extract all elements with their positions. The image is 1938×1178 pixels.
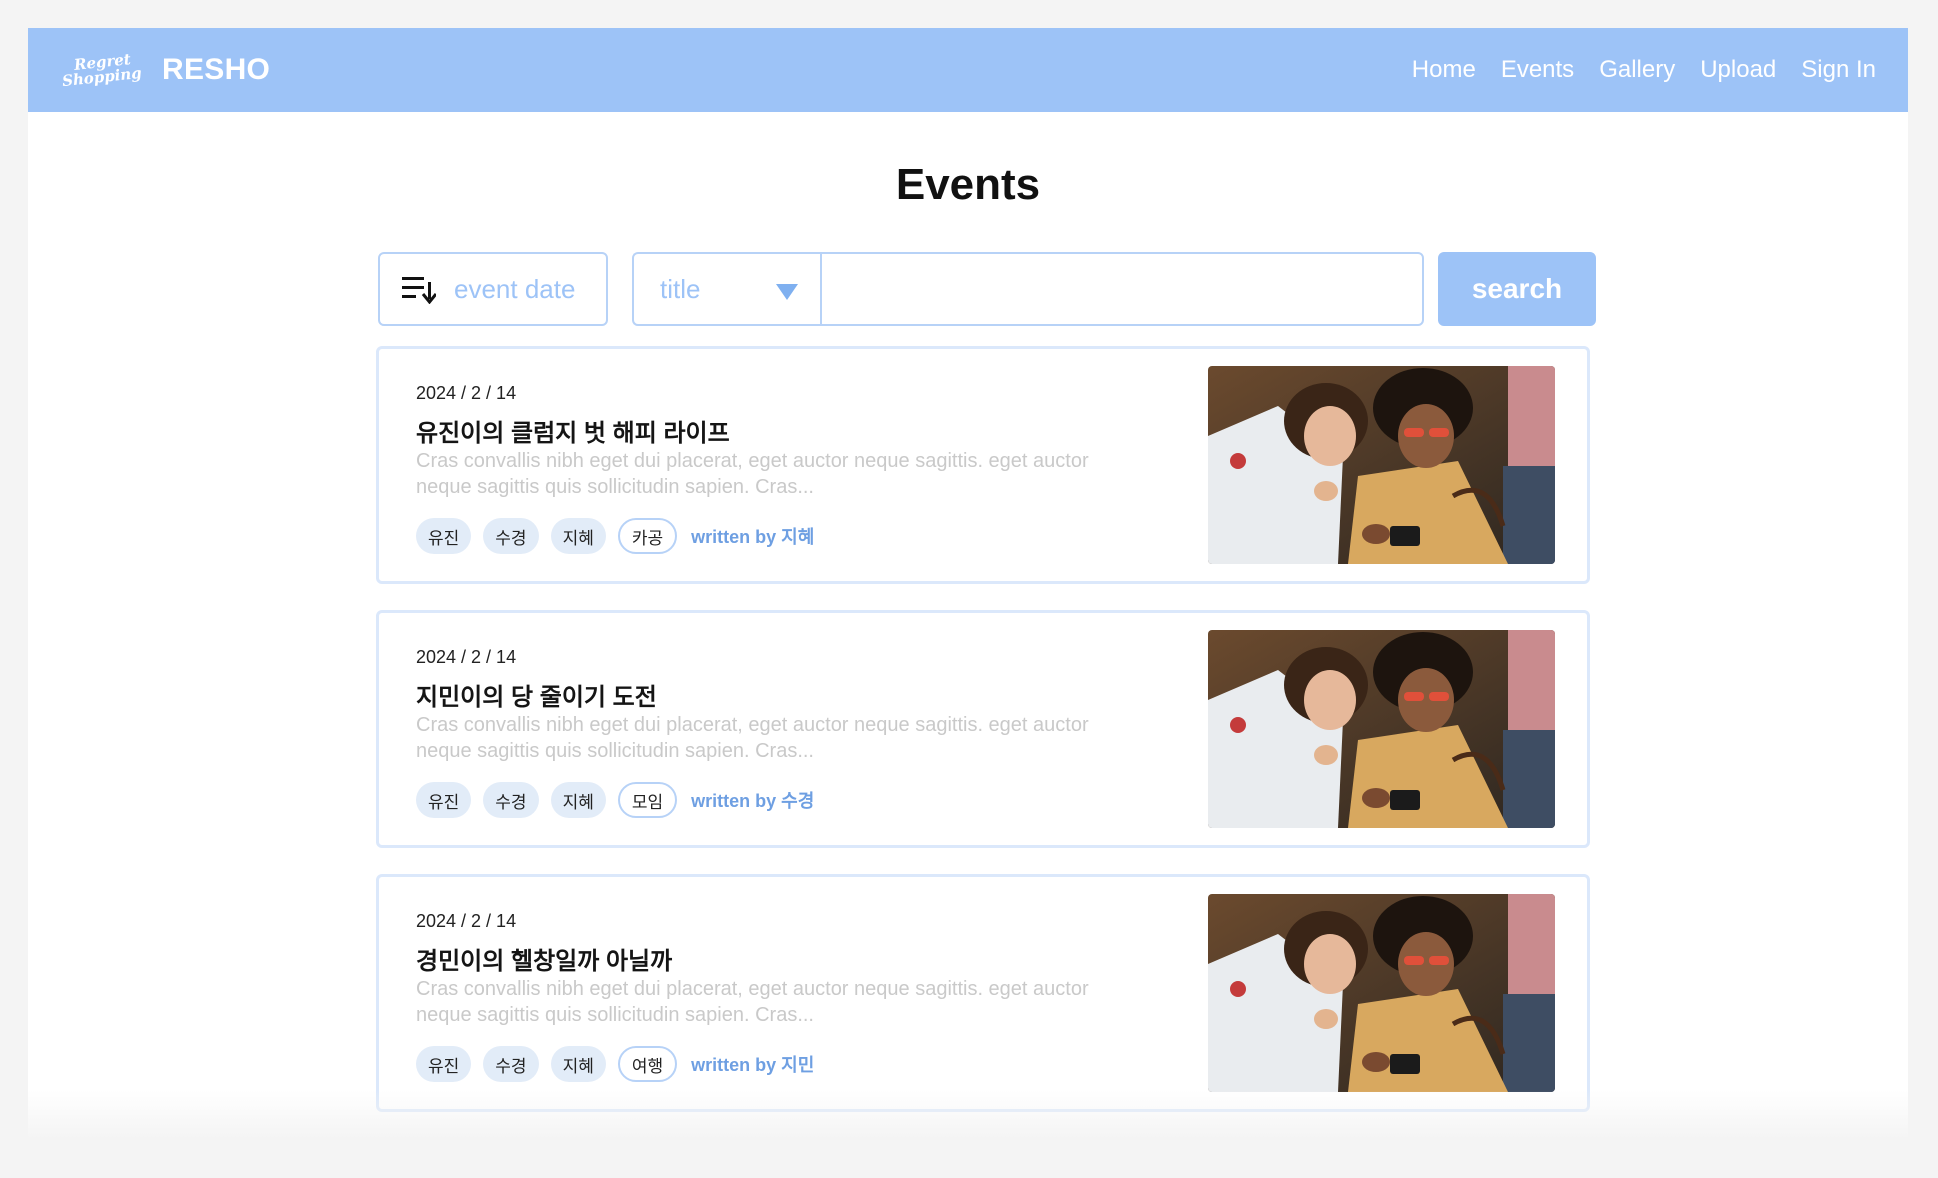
category-tag[interactable]: 모임: [617, 782, 678, 818]
event-title[interactable]: 지민이의 당 줄이기 도전: [416, 677, 657, 712]
member-tag[interactable]: 지혜: [550, 782, 606, 818]
category-tag[interactable]: 여행: [617, 1046, 678, 1082]
nav-link-gallery[interactable]: Gallery: [1599, 56, 1675, 84]
event-title[interactable]: 경민이의 헬창일까 아닐까: [416, 941, 672, 976]
event-tags: 유진 수경 지혜 모임 written by 수경: [416, 782, 814, 818]
sort-descending-icon: [402, 277, 436, 304]
bottom-fade: [28, 1090, 1908, 1140]
event-author: written by 수경: [691, 791, 815, 811]
category-tag[interactable]: 카공: [617, 518, 678, 554]
search-field-select[interactable]: title: [632, 252, 820, 326]
search-input[interactable]: [820, 252, 1424, 326]
event-list: 2024 / 2 / 14 유진이의 클럼지 벗 해피 라이프 Cras con…: [376, 346, 1590, 1138]
member-tag[interactable]: 유진: [416, 518, 472, 554]
sort-button[interactable]: event date: [378, 252, 608, 326]
nav-link-upload[interactable]: Upload: [1700, 56, 1776, 84]
member-tag[interactable]: 수경: [483, 518, 539, 554]
nav-link-events[interactable]: Events: [1501, 56, 1574, 84]
member-tag[interactable]: 유진: [416, 1046, 472, 1082]
nav-link-sign-in[interactable]: Sign In: [1801, 56, 1876, 84]
event-tags: 유진 수경 지혜 카공 written by 지혜: [416, 518, 814, 554]
event-author: written by 지혜: [691, 527, 815, 547]
member-tag[interactable]: 지혜: [550, 518, 606, 554]
event-description: Cras convallis nibh eget dui placerat, e…: [416, 714, 1089, 762]
event-thumbnail[interactable]: [1208, 894, 1555, 1092]
search-button[interactable]: search: [1438, 252, 1596, 326]
navbar: Regret Shopping RESHO Home Events Galler…: [28, 28, 1908, 112]
member-tag[interactable]: 지혜: [550, 1046, 606, 1082]
nav-link-home[interactable]: Home: [1412, 56, 1476, 84]
event-thumbnail[interactable]: [1208, 366, 1555, 564]
event-thumbnail[interactable]: [1208, 630, 1555, 828]
event-card[interactable]: 2024 / 2 / 14 경민이의 헬창일까 아닐까 Cras convall…: [376, 874, 1590, 1112]
logo[interactable]: Regret Shopping: [60, 42, 144, 98]
sort-label: event date: [454, 273, 576, 304]
nav-links: Home Events Gallery Upload Sign In: [1412, 56, 1876, 84]
chevron-down-icon: [776, 284, 798, 300]
page-title: Events: [895, 160, 1041, 209]
event-description: Cras convallis nibh eget dui placerat, e…: [416, 978, 1089, 1026]
event-card[interactable]: 2024 / 2 / 14 지민이의 당 줄이기 도전 Cras convall…: [376, 610, 1590, 848]
event-title[interactable]: 유진이의 클럼지 벗 해피 라이프: [416, 413, 730, 448]
app-window: Regret Shopping RESHO Home Events Galler…: [28, 28, 1908, 1140]
event-author: written by 지민: [691, 1055, 815, 1075]
event-date: 2024 / 2 / 14: [416, 383, 517, 403]
search-field-value: title: [660, 273, 701, 304]
event-description: Cras convallis nibh eget dui placerat, e…: [416, 450, 1089, 498]
member-tag[interactable]: 유진: [416, 782, 472, 818]
member-tag[interactable]: 수경: [483, 1046, 539, 1082]
event-date: 2024 / 2 / 14: [416, 647, 517, 667]
event-tags: 유진 수경 지혜 여행 written by 지민: [416, 1046, 814, 1082]
event-date: 2024 / 2 / 14: [416, 911, 517, 931]
search-toolbar: event date title search: [378, 252, 1596, 326]
brand-name[interactable]: RESHO: [162, 53, 270, 87]
member-tag[interactable]: 수경: [483, 782, 539, 818]
event-card[interactable]: 2024 / 2 / 14 유진이의 클럼지 벗 해피 라이프 Cras con…: [376, 346, 1590, 584]
